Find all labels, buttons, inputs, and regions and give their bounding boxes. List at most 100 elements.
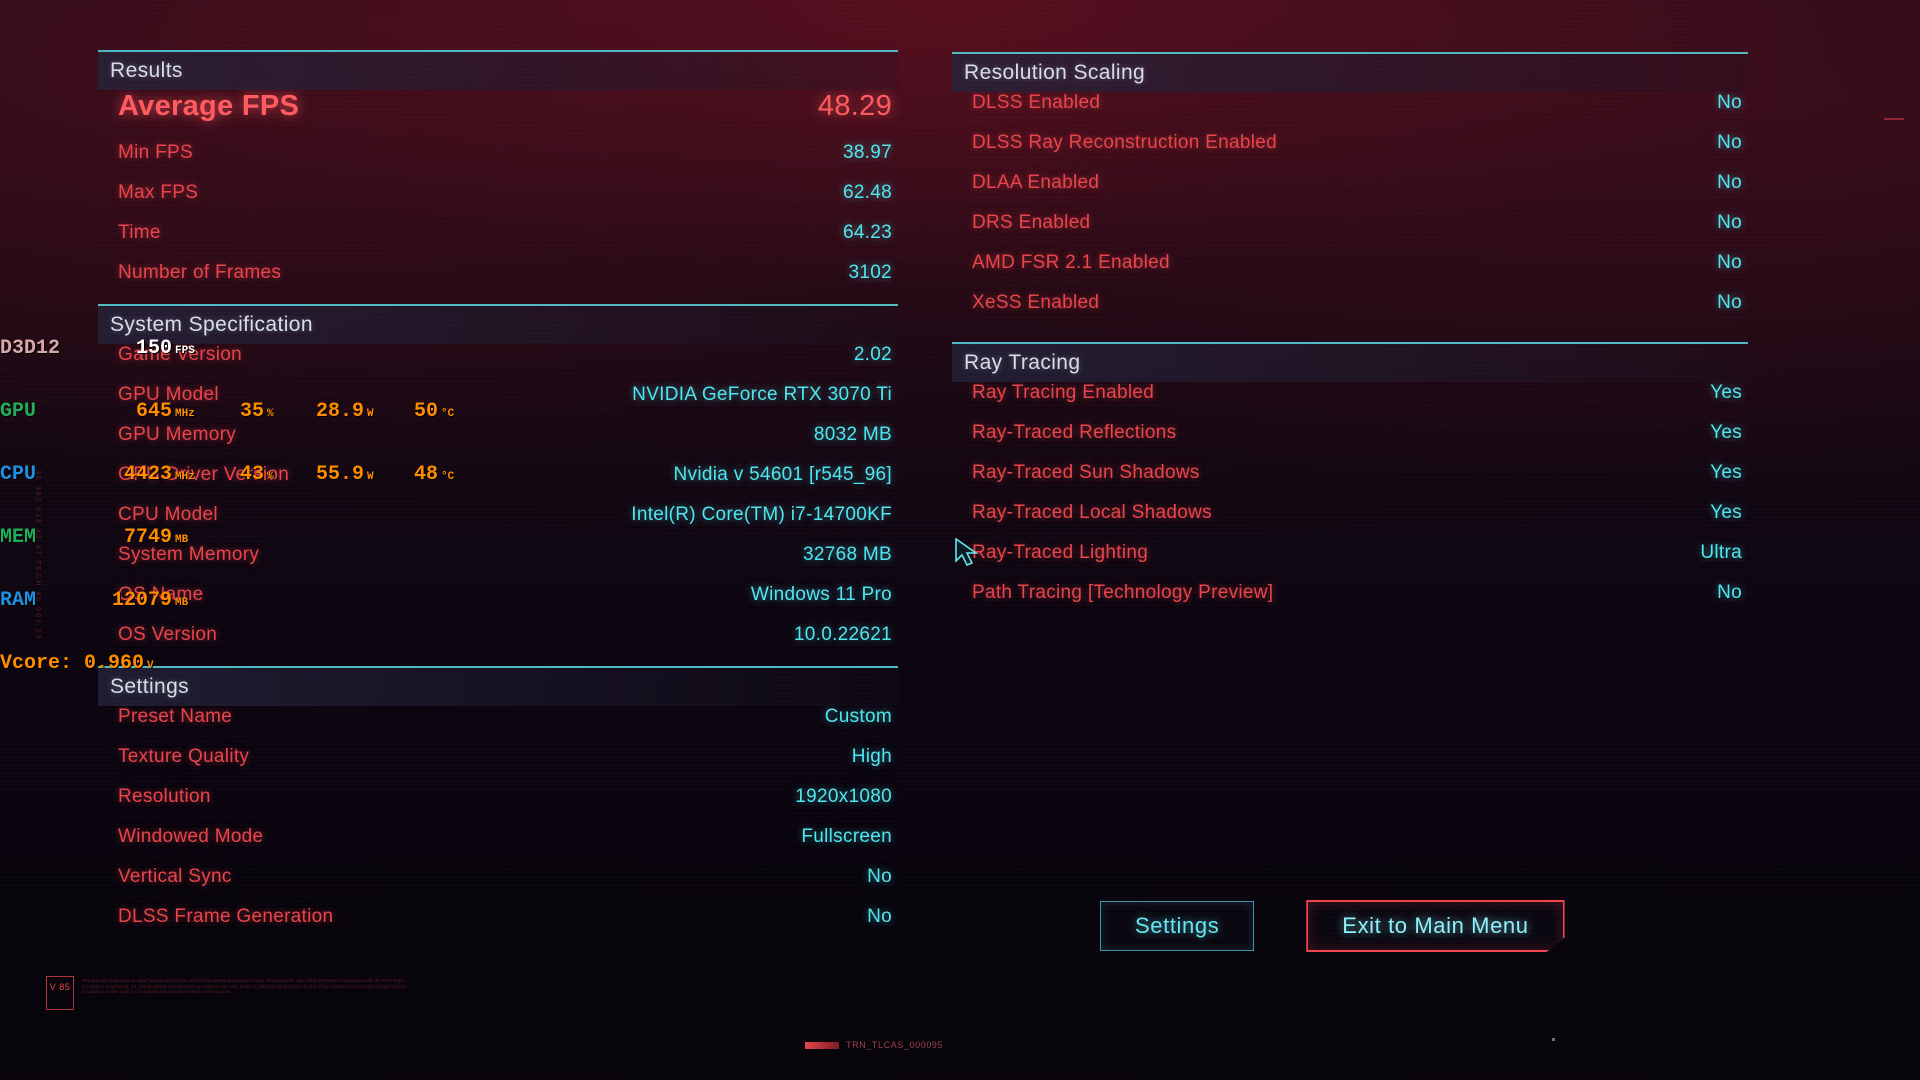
- row-value: No: [1717, 212, 1742, 233]
- osd-mem-label: MEM: [0, 526, 37, 549]
- osd-vcore-unit: V: [147, 660, 154, 672]
- osd-row-api: D3D12 150 FPS: [0, 338, 464, 359]
- code-strip-text: TRN_TLCAS_000095: [846, 1040, 944, 1050]
- row-label: DLSS Frame Generation: [118, 906, 334, 927]
- action-buttons: Settings Exit to Main Menu: [1100, 900, 1565, 952]
- corner-tick-mark: [1884, 118, 1904, 120]
- row-value: Yes: [1710, 422, 1742, 443]
- osd-row-vcore: Vcore: 0.960 V: [0, 653, 464, 674]
- code-strip: TRN_TLCAS_000095: [805, 1040, 943, 1050]
- row-texture-quality: Texture Quality High: [98, 746, 898, 786]
- row-amd-fsr-enabled: AMD FSR 2.1 Enabled No: [952, 252, 1748, 292]
- row-label: DLAA Enabled: [972, 172, 1100, 193]
- osd-mem-unit: MB: [175, 534, 189, 546]
- dot-tick-mark: [1552, 1038, 1555, 1041]
- row-label: Time: [118, 222, 161, 243]
- osd-fps-unit: FPS: [175, 345, 195, 357]
- row-drs-enabled: DRS Enabled No: [952, 212, 1748, 252]
- row-value: 62.48: [842, 182, 892, 203]
- row-label: Average FPS: [118, 90, 300, 122]
- row-value: No: [1717, 292, 1742, 313]
- row-value: No: [1717, 92, 1742, 113]
- osd-row-ram: RAM 12079 MB: [0, 590, 464, 611]
- row-value: 38.97: [842, 142, 892, 163]
- osd-cpu-usage: 43: [239, 463, 264, 486]
- row-vertical-sync: Vertical Sync No: [98, 866, 898, 906]
- osd-ram-value: 12079: [111, 589, 172, 612]
- code-strip-bar: [805, 1041, 839, 1049]
- row-value: Yes: [1710, 462, 1742, 483]
- row-value: 64.23: [842, 222, 892, 243]
- osd-cpu-clock-unit: MHz: [175, 471, 195, 483]
- osd-vcore-value: Vcore: 0.960: [0, 652, 145, 675]
- row-label: Max FPS: [118, 182, 199, 203]
- osd-cpu-usage-unit: %: [267, 471, 274, 483]
- osd-gpu-usage-unit: %: [267, 408, 274, 420]
- row-label: Number of Frames: [118, 262, 282, 283]
- row-value: NVIDIA GeForce RTX 3070 Ti: [632, 384, 892, 405]
- row-label: Preset Name: [118, 706, 233, 727]
- settings-button[interactable]: Settings: [1100, 901, 1255, 951]
- osd-gpu-temp-unit: °C: [441, 408, 455, 420]
- row-xess-enabled: XeSS Enabled No: [952, 292, 1748, 332]
- row-label: Windowed Mode: [118, 826, 264, 847]
- row-value: Nvidia v 54601 [r545_96]: [673, 464, 892, 485]
- osd-cpu-power-unit: W: [367, 471, 374, 483]
- osd-gpu-clock: 645: [135, 400, 172, 423]
- row-value: Ultra: [1700, 542, 1742, 563]
- exit-to-main-menu-button[interactable]: Exit to Main Menu: [1306, 900, 1565, 952]
- row-label: DRS Enabled: [972, 212, 1091, 233]
- row-value: Intel(R) Core(TM) i7-14700KF: [631, 504, 892, 525]
- section-settings: Settings Preset Name Custom Texture Qual…: [98, 666, 898, 946]
- row-value: Windows 11 Pro: [750, 584, 892, 605]
- osd-ram-label: RAM: [0, 589, 37, 612]
- row-label: DLSS Ray Reconstruction Enabled: [972, 132, 1278, 153]
- row-average-fps: Average FPS 48.29: [98, 90, 898, 142]
- row-label: Path Tracing [Technology Preview]: [972, 582, 1274, 603]
- osd-cpu-label: CPU: [0, 463, 37, 486]
- row-value: 10.0.22621: [793, 624, 892, 645]
- row-label: Ray-Traced Lighting: [972, 542, 1149, 563]
- osd-mem-value: 7749: [123, 526, 172, 549]
- osd-cpu-power: 55.9: [315, 463, 364, 486]
- row-label: AMD FSR 2.1 Enabled: [972, 252, 1170, 273]
- row-value: 2.02: [853, 344, 892, 365]
- row-ray-traced-lighting: Ray-Traced Lighting Ultra: [952, 542, 1748, 582]
- row-dlss-ray-reconstruction-enabled: DLSS Ray Reconstruction Enabled No: [952, 132, 1748, 172]
- row-path-tracing: Path Tracing [Technology Preview] No: [952, 582, 1748, 622]
- version-watermark: V 85: [46, 976, 74, 1010]
- right-column: Resolution Scaling DLSS Enabled No DLSS …: [952, 0, 1748, 622]
- row-ray-tracing-enabled: Ray Tracing Enabled Yes: [952, 382, 1748, 422]
- osd-gpu-temp: 50: [413, 400, 438, 423]
- osd-row-mem: MEM 7749 MB: [0, 527, 464, 548]
- section-header-resolution-scaling: Resolution Scaling: [952, 52, 1748, 92]
- osd-gpu-label: GPU: [0, 400, 37, 423]
- row-label: Texture Quality: [118, 746, 250, 767]
- row-max-fps: Max FPS 62.48: [98, 182, 898, 222]
- section-results: Results Average FPS 48.29 Min FPS 38.97 …: [98, 50, 898, 302]
- row-value: No: [1717, 172, 1742, 193]
- osd-gpu-power: 28.9: [315, 400, 364, 423]
- section-header-ray-tracing: Ray Tracing: [952, 342, 1748, 382]
- osd-gpu-power-unit: W: [367, 408, 374, 420]
- row-value: No: [1717, 582, 1742, 603]
- watermark-text: V 85: [49, 982, 71, 992]
- row-dlss-frame-generation: DLSS Frame Generation No: [98, 906, 898, 946]
- row-value: 32768 MB: [802, 544, 892, 565]
- osd-row-gpu: GPU 645 MHz 35 % 28.9 W 50 °C: [0, 401, 464, 422]
- row-label: Resolution: [118, 786, 211, 807]
- row-value: No: [867, 866, 892, 887]
- osd-row-cpu: CPU 4423 MHz 43 % 55.9 W 48 °C: [0, 464, 464, 485]
- row-resolution: Resolution 1920x1080: [98, 786, 898, 826]
- row-label: Ray-Traced Reflections: [972, 422, 1177, 443]
- row-value: No: [1717, 132, 1742, 153]
- row-value: Yes: [1710, 382, 1742, 403]
- row-ray-traced-reflections: Ray-Traced Reflections Yes: [952, 422, 1748, 462]
- row-value: 8032 MB: [813, 424, 892, 445]
- osd-ram-unit: MB: [175, 597, 189, 609]
- osd-fps-value: 150: [135, 337, 172, 360]
- row-dlaa-enabled: DLAA Enabled No: [952, 172, 1748, 212]
- row-label: Min FPS: [118, 142, 193, 163]
- row-label: Ray-Traced Local Shadows: [972, 502, 1212, 523]
- section-title: Results: [110, 59, 183, 82]
